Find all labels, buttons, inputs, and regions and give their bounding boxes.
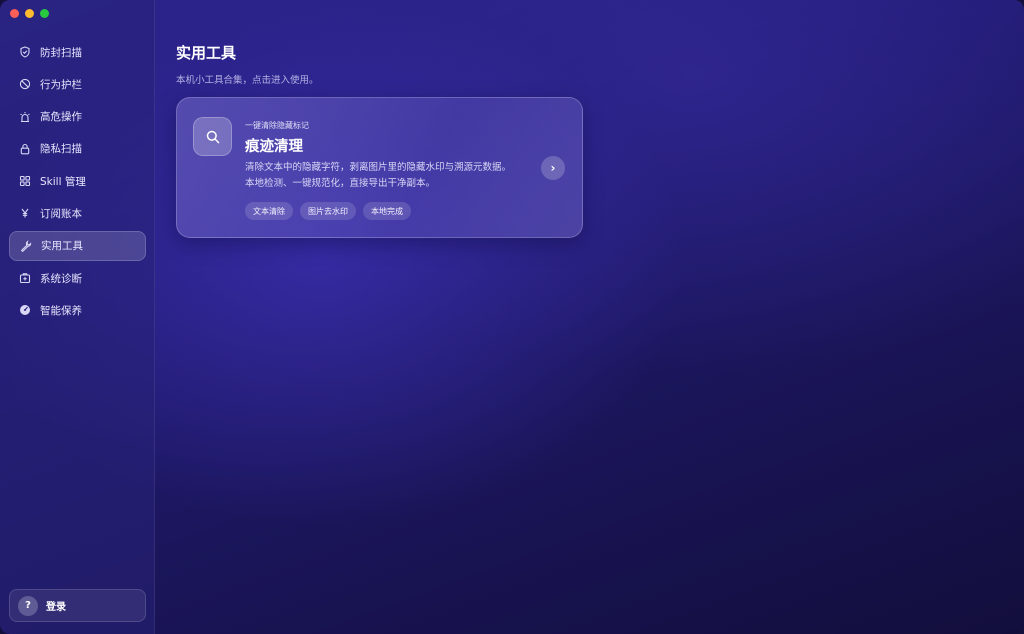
medical-box-icon <box>19 272 31 284</box>
yen-icon <box>19 207 31 219</box>
card-description: 清除文本中的隐藏字符，剥离图片里的隐藏水印与溯源元数据。本地检测、一键规范化，直… <box>245 162 512 189</box>
sidebar-item-label: 订阅账本 <box>40 207 82 220</box>
minimize-window-button[interactable] <box>25 9 34 18</box>
avatar: ? <box>18 595 38 616</box>
sidebar-item-anti-ban-scan[interactable]: 防封扫描 <box>9 37 146 67</box>
tag-text-clean: 文本清除 <box>245 202 293 220</box>
sidebar-item-smart-maintenance[interactable]: 智能保养 <box>9 295 146 325</box>
lock-icon <box>19 143 31 155</box>
sidebar-item-skill-management[interactable]: Skill 管理 <box>9 166 146 196</box>
sidebar-item-system-diagnosis[interactable]: 系统诊断 <box>9 263 146 293</box>
sidebar-item-label: 实用工具 <box>41 240 83 253</box>
sidebar-item-label: 行为护栏 <box>40 78 82 91</box>
card-tags: 文本清除 图片去水印 本地完成 <box>245 202 411 220</box>
close-window-button[interactable] <box>10 9 19 18</box>
tag-image-watermark: 图片去水印 <box>300 202 356 220</box>
gauge-icon <box>19 304 31 316</box>
sidebar-item-behavior-guard[interactable]: 行为护栏 <box>9 69 146 99</box>
page-subtitle: 本机小工具合集，点击进入使用。 <box>176 75 319 86</box>
sidebar-item-high-risk-ops[interactable]: 高危操作 <box>9 102 146 132</box>
grid-icon <box>19 175 31 187</box>
prohibited-icon <box>19 78 31 90</box>
app-window: 防封扫描 行为护栏 高危操作 隐私扫描 Skill 管理 订阅账本 实用工具 系… <box>0 0 1024 634</box>
sidebar-item-label: 隐私扫描 <box>40 143 82 156</box>
alarm-light-icon <box>19 111 31 123</box>
tag-local-complete: 本地完成 <box>363 202 411 220</box>
card-title: 痕迹清理 <box>245 139 303 155</box>
sidebar-item-subscription-ledger[interactable]: 订阅账本 <box>9 198 146 228</box>
shield-check-icon <box>19 46 31 58</box>
main-header: 实用工具 本机小工具合集，点击进入使用。 <box>176 42 319 86</box>
sidebar-nav: 防封扫描 行为护栏 高危操作 隐私扫描 Skill 管理 订阅账本 实用工具 系… <box>9 37 146 328</box>
search-icon <box>193 117 232 156</box>
zoom-window-button[interactable] <box>40 9 49 18</box>
wrench-icon <box>20 239 32 252</box>
sidebar-item-label: 智能保养 <box>40 304 82 317</box>
login-button[interactable]: ? 登录 <box>9 589 146 622</box>
chevron-right-icon[interactable]: › <box>541 156 565 180</box>
sidebar-item-label: 高危操作 <box>40 111 82 124</box>
page-title: 实用工具 <box>176 44 237 62</box>
window-controls <box>10 9 49 18</box>
sidebar: 防封扫描 行为护栏 高危操作 隐私扫描 Skill 管理 订阅账本 实用工具 系… <box>0 0 155 634</box>
sidebar-item-label: 防封扫描 <box>40 46 82 59</box>
sidebar-item-label: Skill 管理 <box>40 175 86 188</box>
sidebar-item-utilities[interactable]: 实用工具 <box>9 230 146 261</box>
card-kicker: 一键清除隐藏标记 <box>245 121 309 130</box>
trace-cleanup-card[interactable]: 一键清除隐藏标记 痕迹清理 清除文本中的隐藏字符，剥离图片里的隐藏水印与溯源元数… <box>176 97 583 238</box>
sidebar-item-label: 系统诊断 <box>40 272 82 285</box>
sidebar-item-privacy-scan[interactable]: 隐私扫描 <box>9 134 146 164</box>
login-label: 登录 <box>46 602 66 613</box>
